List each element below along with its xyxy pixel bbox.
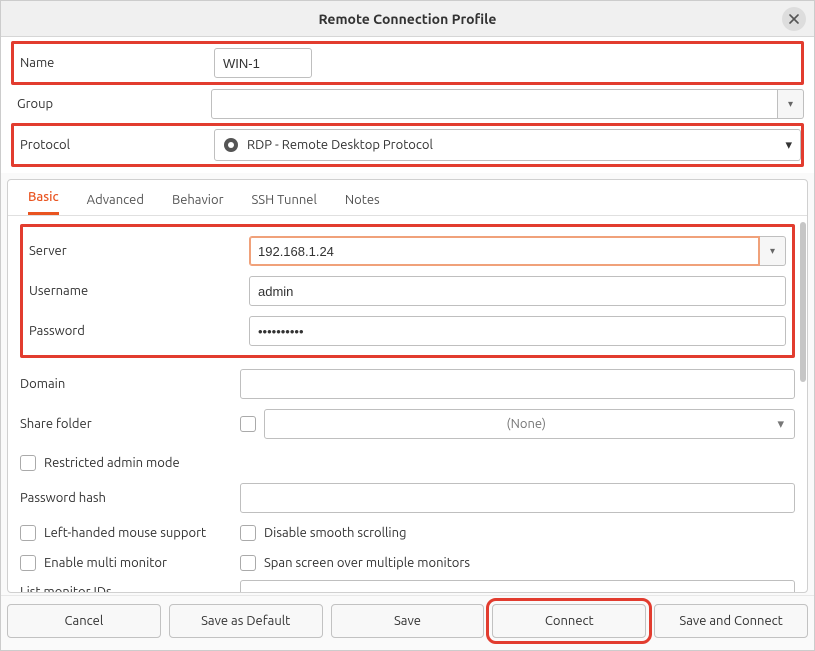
- tab-ssh-tunnel[interactable]: SSH Tunnel: [252, 193, 317, 215]
- tab-advanced[interactable]: Advanced: [87, 193, 144, 215]
- server-input[interactable]: [249, 236, 760, 266]
- server-dropdown-button[interactable]: ▾: [760, 236, 786, 266]
- span-screen-checkbox[interactable]: [240, 555, 256, 571]
- close-button[interactable]: [782, 7, 806, 31]
- disable-smooth-checkbox[interactable]: [240, 525, 256, 541]
- tab-notes[interactable]: Notes: [345, 193, 380, 215]
- chevron-down-icon: ▾: [777, 417, 784, 432]
- chevron-down-icon: ▾: [770, 245, 775, 257]
- tab-body-basic: Server ▾ Username Passwo: [8, 216, 807, 592]
- scrollbar-thumb[interactable]: [800, 222, 806, 382]
- span-screen-label: Span screen over multiple monitors: [264, 556, 470, 570]
- protocol-combobox[interactable]: RDP - Remote Desktop Protocol ▾: [214, 129, 801, 161]
- username-input[interactable]: [249, 276, 786, 306]
- scrollbar[interactable]: [799, 218, 807, 448]
- protocol-value: RDP - Remote Desktop Protocol: [247, 138, 785, 152]
- list-monitor-input[interactable]: [240, 580, 795, 592]
- cancel-button[interactable]: Cancel: [7, 604, 161, 638]
- group-input[interactable]: [211, 89, 778, 119]
- protocol-label: Protocol: [14, 138, 214, 152]
- multi-monitor-label: Enable multi monitor: [44, 556, 167, 570]
- window-title: Remote Connection Profile: [319, 11, 497, 27]
- tab-strip: Basic Advanced Behavior SSH Tunnel Notes: [8, 180, 807, 216]
- tab-basic[interactable]: Basic: [28, 190, 59, 215]
- save-button[interactable]: Save: [331, 604, 485, 638]
- tab-behavior[interactable]: Behavior: [172, 193, 224, 215]
- chevron-down-icon: ▾: [788, 98, 793, 110]
- sharefolder-combobox[interactable]: (None) ▾: [264, 409, 795, 439]
- restricted-admin-checkbox[interactable]: [20, 455, 36, 471]
- password-input[interactable]: [249, 316, 786, 346]
- group-dropdown-button[interactable]: ▾: [778, 89, 804, 119]
- save-and-connect-button[interactable]: Save and Connect: [654, 604, 808, 638]
- close-icon: [789, 14, 799, 24]
- sharefolder-label: Share folder: [20, 417, 240, 431]
- left-handed-label: Left-handed mouse support: [44, 526, 206, 540]
- settings-tabs: Basic Advanced Behavior SSH Tunnel Notes…: [7, 179, 808, 593]
- domain-label: Domain: [20, 377, 240, 391]
- dialog-footer: Cancel Save as Default Save Connect Save…: [1, 595, 814, 650]
- rdp-icon: [223, 137, 239, 153]
- restricted-admin-label: Restricted admin mode: [44, 456, 180, 470]
- group-label: Group: [11, 97, 211, 111]
- left-handed-checkbox[interactable]: [20, 525, 36, 541]
- disable-smooth-label: Disable smooth scrolling: [264, 526, 406, 540]
- password-label: Password: [29, 324, 249, 338]
- password-hash-label: Password hash: [20, 491, 240, 505]
- sharefolder-checkbox[interactable]: [240, 416, 256, 432]
- multi-monitor-checkbox[interactable]: [20, 555, 36, 571]
- server-label: Server: [29, 244, 249, 258]
- connect-button[interactable]: Connect: [492, 604, 646, 638]
- chevron-down-icon: ▾: [785, 138, 792, 153]
- save-default-button[interactable]: Save as Default: [169, 604, 323, 638]
- domain-input[interactable]: [240, 369, 795, 399]
- username-label: Username: [29, 284, 249, 298]
- list-monitor-label: List monitor IDs: [20, 585, 240, 592]
- titlebar: Remote Connection Profile: [1, 1, 814, 37]
- password-hash-input[interactable]: [240, 483, 795, 513]
- sharefolder-value: (None): [275, 417, 777, 431]
- name-input[interactable]: [214, 48, 312, 78]
- remote-connection-profile-dialog: Remote Connection Profile Name Group: [0, 0, 815, 651]
- name-label: Name: [14, 56, 214, 70]
